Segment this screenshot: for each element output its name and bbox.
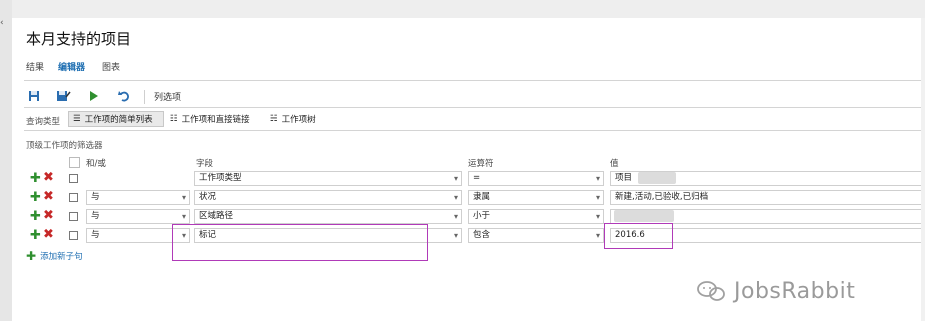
chevron-down-icon: ▾ — [595, 174, 600, 183]
query-type-label-tree: 工作项树 — [281, 115, 316, 125]
toolbar-separator — [144, 90, 145, 104]
tab-editor[interactable]: 编辑器 — [58, 60, 85, 73]
operator-select[interactable]: = ▾ — [468, 171, 604, 186]
field-value: 状况 — [199, 192, 217, 202]
chevron-down-icon: ▾ — [595, 212, 600, 221]
header-checkbox — [69, 157, 80, 168]
value-text: 新建,活动,已验收,已归档 — [615, 192, 709, 202]
add-row-icon[interactable]: ✚ — [30, 191, 41, 204]
table-row: ✚ ✖ 与 ▾ 区域路径 ▾ 小于 ▾ — [12, 208, 925, 226]
operator-value: 包含 — [473, 230, 491, 240]
chevron-down-icon: ▾ — [453, 193, 458, 202]
operator-select[interactable]: 小于 ▾ — [468, 209, 604, 224]
divider — [24, 80, 925, 81]
delete-row-icon[interactable]: ✖ — [43, 209, 54, 223]
header-and-or: 和/或 — [86, 159, 106, 169]
query-type-flat-list[interactable]: ☰ 工作项的简单列表 — [68, 111, 164, 127]
row-checkbox[interactable] — [69, 174, 78, 183]
tab-results[interactable]: 结果 — [26, 60, 44, 73]
watermark-text: JobsRabbit — [734, 278, 856, 304]
redacted-blur — [614, 210, 674, 222]
query-type-direct-links[interactable]: ☷ 工作项和直接链接 — [166, 111, 262, 127]
filter-section-label: 顶级工作项的筛选器 — [26, 141, 103, 151]
and-or-select[interactable]: 与 ▾ — [86, 190, 190, 205]
value-input[interactable]: 新建,活动,已验收,已归档 — [610, 190, 925, 205]
column-options-button[interactable]: 列选项 — [154, 90, 181, 103]
left-strip — [0, 0, 12, 321]
add-icon: ✚ — [26, 249, 37, 263]
add-row-icon[interactable]: ✚ — [30, 210, 41, 223]
chevron-down-icon: ▾ — [595, 231, 600, 240]
operator-value: 隶属 — [473, 192, 491, 202]
field-select[interactable]: 状况 ▾ — [194, 190, 462, 205]
add-row-icon[interactable]: ✚ — [30, 229, 41, 242]
chevron-down-icon: ▾ — [595, 193, 600, 202]
and-or-value: 与 — [91, 192, 100, 202]
chevron-down-icon: ▾ — [453, 174, 458, 183]
row-checkbox[interactable] — [69, 231, 78, 240]
chevron-down-icon: ▾ — [181, 193, 186, 202]
add-row-icon[interactable]: ✚ — [30, 172, 41, 185]
table-row: ✚ ✖ 与 ▾ 状况 ▾ 隶属 ▾ 新建,活动,已验收,已归档 — [12, 189, 925, 207]
query-type-label-links: 工作项和直接链接 — [181, 115, 250, 125]
and-or-select[interactable]: 与 ▾ — [86, 209, 190, 224]
field-value: 区域路径 — [199, 211, 234, 221]
field-highlight-box — [172, 224, 428, 261]
redacted-blur — [638, 172, 676, 184]
header-value: 值 — [610, 159, 619, 169]
collapse-icon[interactable]: ‹ — [0, 18, 4, 28]
delete-row-icon[interactable]: ✖ — [43, 228, 54, 242]
run-icon[interactable] — [86, 88, 102, 104]
header-operator: 运算符 — [468, 159, 494, 169]
scrollbar[interactable] — [921, 18, 925, 321]
field-value: 工作项类型 — [199, 173, 242, 183]
divider — [24, 107, 925, 108]
save-icon[interactable] — [26, 88, 42, 104]
header-field: 字段 — [196, 159, 214, 169]
row-checkbox[interactable] — [69, 212, 78, 221]
chevron-down-icon: ▾ — [453, 212, 458, 221]
add-clause-link[interactable]: ✚ 添加新子句 — [26, 249, 83, 263]
undo-icon[interactable] — [116, 88, 132, 104]
value-text: 项目 — [615, 173, 633, 183]
operator-select[interactable]: 隶属 ▾ — [468, 190, 604, 205]
query-type-label: 查询类型 — [26, 117, 61, 127]
query-editor-panel: 本月支持的项目 结果 编辑器 图表 列选项 查询类型 ☰ 工作项的简单列表 ☷ … — [12, 18, 925, 321]
and-or-value: 与 — [91, 211, 100, 221]
page-title: 本月支持的项目 — [26, 30, 132, 48]
table-row: ✚ ✖ 与 ▾ 标记 ▾ 包含 ▾ 2016.6 — [12, 227, 925, 245]
list-icon: ☰ — [73, 114, 81, 124]
links-icon: ☷ — [170, 114, 178, 124]
chevron-down-icon: ▾ — [181, 212, 186, 221]
query-type-label-flat: 工作项的简单列表 — [84, 115, 153, 125]
tab-charts[interactable]: 图表 — [102, 60, 120, 73]
field-select[interactable]: 区域路径 ▾ — [194, 209, 462, 224]
query-type-tree[interactable]: ☵ 工作项树 — [266, 111, 336, 127]
table-row: ✚ ✖ 工作项类型 ▾ = ▾ 项目 — [12, 170, 925, 188]
tree-icon: ☵ — [270, 114, 278, 124]
delete-row-icon[interactable]: ✖ — [43, 190, 54, 204]
field-select[interactable]: 工作项类型 ▾ — [194, 171, 462, 186]
row-checkbox[interactable] — [69, 193, 78, 202]
and-or-value: 与 — [91, 230, 100, 240]
value-highlight-box — [604, 223, 673, 249]
add-clause-label: 添加新子句 — [40, 252, 83, 262]
save-as-icon[interactable] — [56, 88, 72, 104]
operator-select[interactable]: 包含 ▾ — [468, 228, 604, 243]
delete-row-icon[interactable]: ✖ — [43, 171, 54, 185]
operator-value: 小于 — [473, 211, 491, 221]
divider — [24, 130, 925, 131]
operator-value: = — [473, 173, 481, 183]
chevron-down-icon: ▾ — [453, 231, 458, 240]
watermark: JobsRabbit — [696, 277, 855, 305]
rabbit-logo-icon — [697, 281, 725, 301]
